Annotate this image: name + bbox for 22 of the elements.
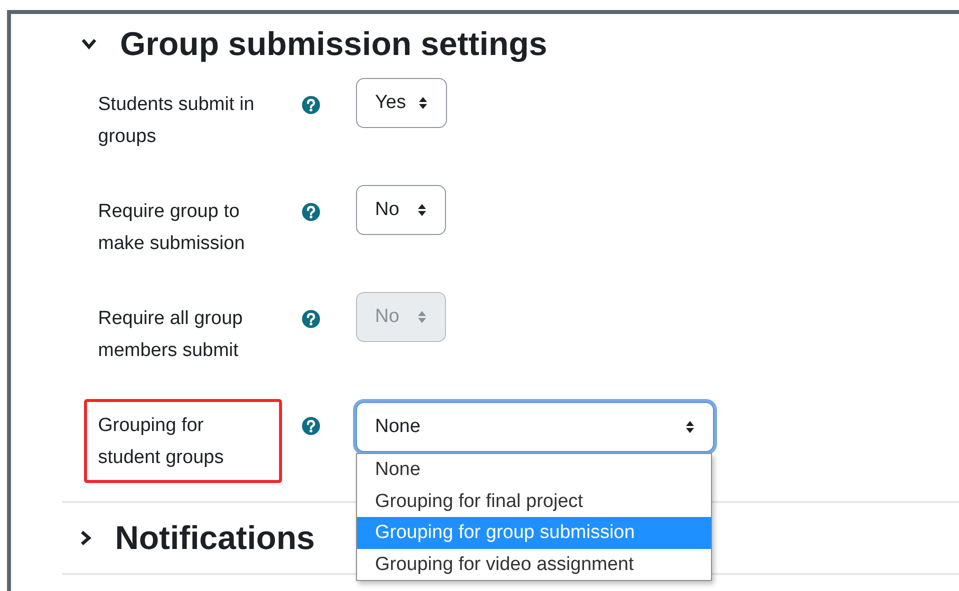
dropdown-option[interactable]: Grouping for video assignment: [357, 548, 711, 580]
chevron-right-icon[interactable]: [80, 530, 92, 546]
dropdown-select[interactable]: None: [356, 402, 714, 452]
chevron-down-icon[interactable]: [81, 38, 97, 50]
help-icon[interactable]: [302, 417, 320, 435]
sort-caret-icon: [685, 420, 695, 434]
dropdown-select[interactable]: No: [356, 185, 446, 235]
dropdown-select[interactable]: Yes: [356, 78, 447, 128]
highlighted-field-label: Grouping for student groups: [84, 399, 282, 483]
sort-caret-icon: [418, 96, 428, 110]
field-label: Require group to make submission: [97, 200, 246, 256]
help-icon[interactable]: [302, 203, 320, 221]
sort-caret-icon: [417, 203, 427, 217]
help-icon[interactable]: [302, 96, 320, 114]
help-icon[interactable]: [302, 310, 320, 328]
section-heading[interactable]: Group submission settings: [120, 24, 548, 64]
sort-caret-icon: [417, 310, 427, 324]
dropdown-option[interactable]: Grouping for final project: [357, 486, 711, 517]
dropdown-option[interactable]: None: [357, 454, 711, 486]
field-label: Require all group members submit: [97, 307, 244, 363]
field-label: Students submit in groups: [97, 93, 256, 149]
section-heading[interactable]: Notifications: [115, 518, 315, 558]
